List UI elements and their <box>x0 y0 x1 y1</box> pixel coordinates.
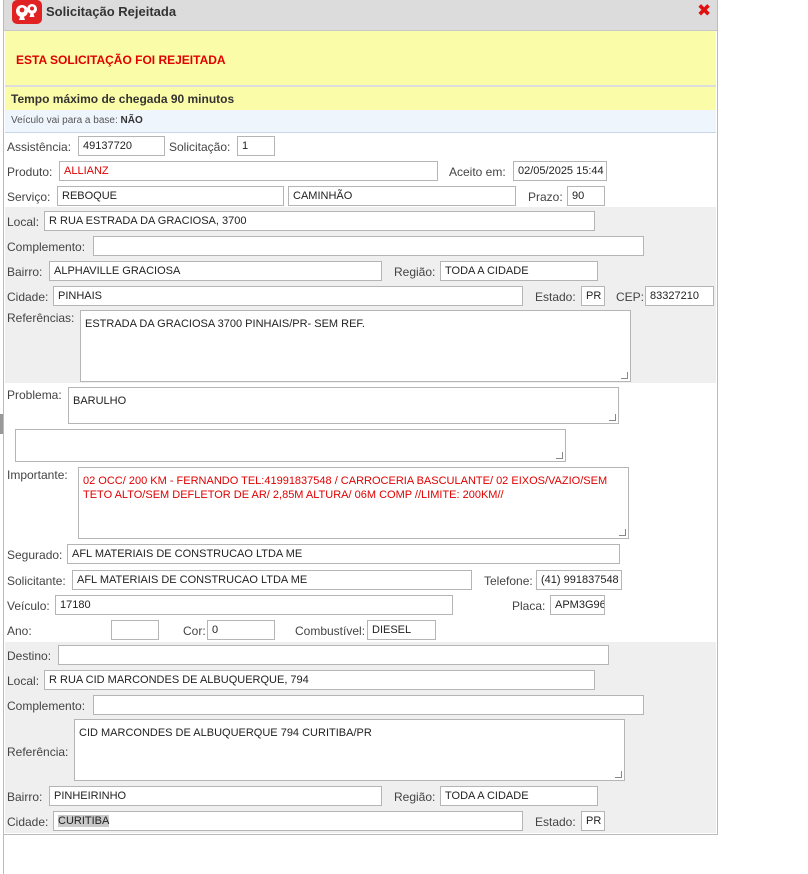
servico-field[interactable]: REBOQUE <box>57 186 284 206</box>
cidade-label: Cidade: <box>7 290 49 304</box>
ano-field[interactable] <box>111 620 159 640</box>
servico-type-field[interactable]: CAMINHÃO <box>288 186 516 206</box>
max-arrival-message: Tempo máximo de chegada 90 minutos <box>11 92 235 106</box>
base-banner: Veículo vai para a base: NÃO <box>5 110 716 133</box>
regiao-label: Região: <box>394 265 436 279</box>
destino-cidade-value: CURITIBA <box>58 815 110 827</box>
dialog-window: Solicitação Rejeitada ✖ ESTA SOLICITAÇÃO… <box>3 0 718 835</box>
problema-label: Problema: <box>7 388 62 402</box>
combustivel-field[interactable]: DIESEL <box>367 620 436 640</box>
cor-label: Cor: <box>183 624 206 638</box>
servico-label: Serviço: <box>7 190 51 204</box>
local-field[interactable]: R RUA ESTRADA DA GRACIOSA, 3700 <box>44 211 595 231</box>
aceito-em-label: Aceito em: <box>449 165 506 179</box>
estado-label: Estado: <box>535 290 576 304</box>
complemento-label: Complemento: <box>7 240 86 254</box>
telefone-field[interactable]: (41) 991837548 <box>536 570 622 590</box>
rejected-banner: ESTA SOLICITAÇÃO FOI REJEITADA <box>5 31 716 86</box>
destino-referencia-textarea[interactable]: CID MARCONDES DE ALBUQUERQUE 794 CURITIB… <box>74 719 625 781</box>
destino-bairro-label: Bairro: <box>7 790 43 804</box>
bairro-label: Bairro: <box>7 265 43 279</box>
destino-cidade-label: Cidade: <box>7 815 49 829</box>
estado-field[interactable]: PR <box>581 286 605 306</box>
bairro-field[interactable]: ALPHAVILLE GRACIOSA <box>49 261 382 281</box>
destino-referencia-label: Referência: <box>7 745 69 759</box>
destino-cidade-field[interactable]: CURITIBA <box>53 811 523 831</box>
referencias-label: Referências: <box>7 311 75 325</box>
importante-textarea[interactable]: 02 OCC/ 200 KM - FERNANDO TEL:4199183754… <box>78 467 629 539</box>
destino-bairro-field[interactable]: PINHEIRINHO <box>49 786 382 806</box>
placa-label: Placa: <box>512 599 546 613</box>
destino-estado-field[interactable]: PR <box>581 811 605 831</box>
solicitacao-label: Solicitação: <box>169 140 231 154</box>
aceito-em-field[interactable]: 02/05/2025 15:44 <box>513 161 607 181</box>
window-title: Solicitação Rejeitada <box>46 4 177 19</box>
cidade-field[interactable]: PINHAIS <box>53 286 523 306</box>
window-shadow-line <box>3 834 4 874</box>
ano-label: Ano: <box>7 624 32 638</box>
destino-complemento-label: Complemento: <box>7 699 86 713</box>
complemento-field[interactable] <box>93 236 644 256</box>
problema-extra-textarea[interactable] <box>15 429 566 462</box>
produto-label: Produto: <box>7 165 53 179</box>
rejected-message: ESTA SOLICITAÇÃO FOI REJEITADA <box>16 53 226 67</box>
solicitante-label: Solicitante: <box>7 574 66 588</box>
segurado-label: Segurado: <box>7 548 63 562</box>
cor-field[interactable]: 0 <box>207 620 275 640</box>
title-bar[interactable]: Solicitação Rejeitada ✖ <box>4 0 717 31</box>
arrival-banner: Tempo máximo de chegada 90 minutos <box>5 86 716 111</box>
telefone-label: Telefone: <box>484 574 533 588</box>
assistencia-label: Assistência: <box>7 140 72 154</box>
problema-textarea[interactable]: BARULHO <box>68 387 619 424</box>
segurado-field[interactable]: AFL MATERIAIS DE CONSTRUCAO LTDA ME <box>67 544 620 564</box>
referencias-textarea[interactable]: ESTRADA DA GRACIOSA 3700 PINHAIS/PR- SEM… <box>80 310 631 382</box>
assistencia-field[interactable]: 49137720 <box>78 136 165 156</box>
destino-field[interactable] <box>58 645 609 665</box>
placa-field[interactable]: APM3G96 <box>550 595 605 615</box>
map-pin-icon <box>12 0 42 24</box>
close-icon[interactable]: ✖ <box>697 2 711 19</box>
solicitacao-field[interactable]: 1 <box>237 136 275 156</box>
destino-local-field[interactable]: R RUA CID MARCONDES DE ALBUQUERQUE, 794 <box>44 670 595 690</box>
prazo-field[interactable]: 90 <box>567 186 605 206</box>
prazo-label: Prazo: <box>528 190 563 204</box>
cep-label: CEP: <box>616 290 645 304</box>
destino-estado-label: Estado: <box>535 815 576 829</box>
base-value: NÃO <box>120 115 143 126</box>
destino-regiao-field[interactable]: TODA A CIDADE <box>440 786 598 806</box>
solicitante-field[interactable]: AFL MATERIAIS DE CONSTRUCAO LTDA ME <box>72 570 472 590</box>
base-label: Veículo vai para a base: <box>11 115 118 126</box>
destino-local-label: Local: <box>7 674 40 688</box>
regiao-field[interactable]: TODA A CIDADE <box>440 261 598 281</box>
base-info: Veículo vai para a base: NÃO <box>11 115 143 126</box>
destino-label: Destino: <box>7 649 52 663</box>
local-label: Local: <box>7 215 40 229</box>
veiculo-field[interactable]: 17180 <box>55 595 453 615</box>
produto-field[interactable]: ALLIANZ <box>59 161 438 181</box>
destino-regiao-label: Região: <box>394 790 436 804</box>
veiculo-label: Veículo: <box>7 599 50 613</box>
destino-complemento-field[interactable] <box>93 695 644 715</box>
cep-field[interactable]: 83327210 <box>645 286 714 306</box>
importante-label: Importante: <box>7 468 68 482</box>
combustivel-label: Combustível: <box>295 624 366 638</box>
